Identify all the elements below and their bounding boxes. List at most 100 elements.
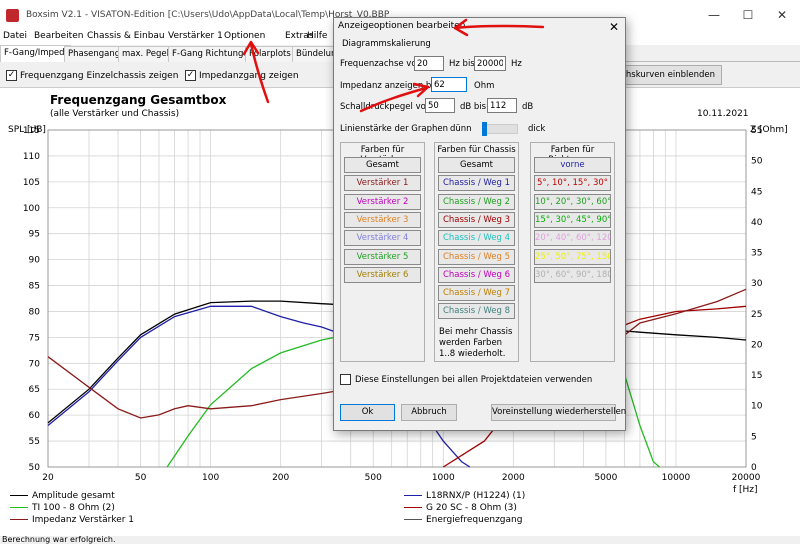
legend-label: Impedanz Verstärker 1 [32, 515, 135, 525]
legend-swatch [10, 495, 28, 496]
legend-label: Amplitude gesamt [32, 491, 115, 501]
dialog-close-button[interactable]: ✕ [606, 19, 622, 35]
legend-label: TI 100 - 8 Ohm (2) [32, 503, 115, 513]
amp-color-button[interactable]: Gesamt [344, 157, 421, 173]
y-tick-label-left: 105 [23, 178, 40, 188]
menu-bearbeiten[interactable]: Bearbeiten [34, 31, 83, 41]
dialog-title: Anzeigeoptionen bearbeiten [338, 21, 466, 31]
legend-swatch [404, 507, 422, 508]
legend-ti100: TI 100 - 8 Ohm (2) [10, 503, 115, 513]
impedance-unit-label: Ohm [474, 81, 495, 91]
amp-color-button[interactable]: Verstärker 5 [344, 248, 421, 265]
freq-single-checkbox[interactable]: ✓ [6, 70, 17, 81]
line-width-label: Linienstärke der Graphen [340, 124, 448, 134]
chassis-color-button[interactable]: Chassis / Weg 7 [438, 285, 515, 302]
load-curves-button[interactable]: eichskurven einblenden [612, 65, 722, 85]
tab-polarplots[interactable]: Polarplots [245, 46, 295, 62]
y-tick-label-left: 85 [29, 282, 40, 292]
direction-color-button[interactable]: 20°, 40°, 60°, 120° [534, 230, 611, 247]
x-axis-label: f [Hz] [733, 485, 758, 495]
menu-verstaerker-1[interactable]: Verstärker 1 [168, 31, 223, 41]
spl-to-input[interactable] [487, 98, 517, 113]
tab-phasengang[interactable]: Phasengang [64, 46, 125, 62]
spl-from-input[interactable] [425, 98, 455, 113]
chassis-colors-header: Farben für Chassis [437, 145, 516, 155]
legend-impedanz: Impedanz Verstärker 1 [10, 515, 134, 525]
menu-chassis-einbau[interactable]: Chassis & Einbau [87, 31, 165, 41]
legend-g20sc: G 20 SC - 8 Ohm (3) [404, 503, 517, 513]
window-close-button[interactable]: ✕ [767, 6, 797, 24]
freq-single-label: Frequenzgang Einzelchassis zeigen [20, 71, 179, 81]
legend-label: G 20 SC - 8 Ohm (3) [426, 503, 517, 513]
tab-max-pegel[interactable]: max. Pegel [118, 46, 173, 62]
note-line: werden Farben [439, 338, 503, 348]
x-tick-label: 100 [202, 473, 219, 483]
x-tick-label: 20000 [732, 473, 761, 483]
spl-bis-label: dB bis [460, 102, 487, 112]
legend-label: L18RNX/P (H1224) (1) [426, 491, 526, 501]
impedance-label: Impedanzgang zeigen [199, 71, 299, 81]
apply-all-label: Diese Einstellungen bei allen Projektdat… [355, 375, 593, 385]
chassis-color-button[interactable]: Chassis / Weg 6 [438, 266, 515, 283]
chassis-color-button[interactable]: Gesamt [438, 157, 515, 173]
impedance-max-input[interactable] [431, 77, 467, 92]
apply-all-checkbox[interactable] [340, 374, 351, 385]
amp-color-button[interactable]: Verstärker 6 [344, 266, 421, 283]
reset-defaults-button[interactable]: Voreinstellung wiederherstellen [491, 404, 626, 421]
x-tick-label: 5000 [594, 473, 617, 483]
chassis-colors-note: Bei mehr Chassis werden Farben 1..8 wied… [439, 327, 512, 360]
y-tick-label-right: 10 [751, 402, 763, 412]
y-tick-label-left: 75 [29, 333, 40, 343]
y-axis-label-left: SPL [dB] [8, 125, 46, 135]
ok-button[interactable]: Ok [340, 404, 395, 421]
freq-from-input[interactable] [414, 56, 444, 71]
chassis-color-button[interactable]: Chassis / Weg 5 [438, 248, 515, 265]
chassis-color-button[interactable]: Chassis / Weg 8 [438, 303, 515, 320]
freq-to-input[interactable] [474, 56, 506, 71]
direction-color-button[interactable]: 30°, 60°, 90°, 180° [534, 266, 611, 283]
chassis-color-button[interactable]: Chassis / Weg 3 [438, 211, 515, 228]
direction-color-button[interactable]: 5°, 10°, 15°, 30° [534, 175, 611, 192]
boxsim-app-icon [6, 9, 19, 22]
line-width-slider[interactable] [482, 124, 518, 134]
tab-f-gang-imped[interactable]: F-Gang/Imped. [0, 45, 72, 62]
direction-color-button[interactable]: 25°, 50°, 75°, 150° [534, 248, 611, 265]
freq-axis-label: Frequenzachse von [340, 59, 422, 69]
amp-color-button[interactable]: Verstärker 4 [344, 230, 421, 247]
x-tick-label: 500 [365, 473, 382, 483]
direction-color-button[interactable]: vorne [534, 157, 611, 173]
chassis-colors-panel: Farben für Chassis Gesamt Chassis / Weg 1… [434, 142, 519, 362]
direction-color-button[interactable]: 10°, 20°, 30°, 60° [534, 193, 611, 210]
y-tick-label-right: 50 [751, 157, 763, 167]
chassis-color-button[interactable]: Chassis / Weg 2 [438, 193, 515, 210]
direction-color-button[interactable]: 15°, 30°, 45°, 90° [534, 211, 611, 228]
maximize-button[interactable]: ☐ [733, 6, 763, 24]
line-width-slider-thumb[interactable] [482, 122, 487, 136]
amp-colors-panel: Farben für Verstärker GesamtVerstärker 1… [340, 142, 425, 362]
y-tick-label-left: 100 [23, 204, 40, 214]
y-tick-label-right: 20 [751, 340, 763, 350]
menu-datei[interactable]: Datei [3, 31, 27, 41]
y-tick-label-right: 15 [751, 371, 762, 381]
spl-label: Schalldruckpegel von [340, 102, 432, 112]
legend-label: Energiefrequenzgang [426, 515, 523, 525]
y-tick-label-right: 40 [751, 218, 763, 228]
chassis-color-button[interactable]: Chassis / Weg 4 [438, 230, 515, 247]
menu-hilfe[interactable]: Hilfe [307, 31, 327, 41]
amp-color-button[interactable]: Verstärker 2 [344, 193, 421, 210]
minimize-button[interactable]: — [699, 6, 729, 24]
impedance-max-label: Impedanz anzeigen bis [340, 81, 439, 91]
y-tick-label-left: 60 [29, 411, 41, 421]
chart-date: 10.11.2021 [697, 109, 749, 119]
y-tick-label-left: 110 [23, 152, 40, 162]
y-tick-label-right: 45 [751, 187, 762, 197]
note-line: Bei mehr Chassis [439, 327, 513, 337]
x-tick-label: 2000 [502, 473, 525, 483]
amp-color-button[interactable]: Verstärker 1 [344, 175, 421, 192]
impedance-checkbox[interactable]: ✓ [185, 70, 196, 81]
chassis-color-button[interactable]: Chassis / Weg 1 [438, 175, 515, 192]
amp-color-button[interactable]: Verstärker 3 [344, 211, 421, 228]
menu-optionen[interactable]: Optionen [224, 31, 265, 41]
cancel-button[interactable]: Abbruch [401, 404, 457, 421]
y-tick-label-right: 5 [751, 432, 757, 442]
